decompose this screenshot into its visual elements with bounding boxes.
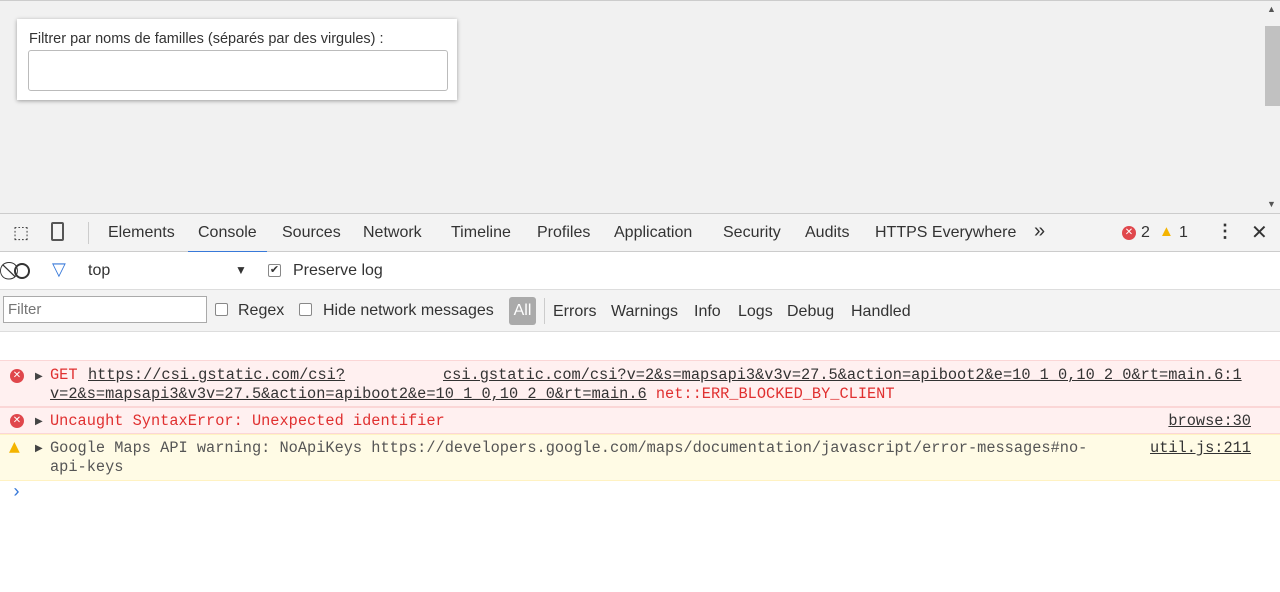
- more-tabs-button[interactable]: »: [1034, 220, 1045, 243]
- level-errors[interactable]: Errors: [553, 303, 597, 321]
- hide-network-label: Hide network messages: [323, 302, 494, 319]
- tab-profiles[interactable]: Profiles: [537, 224, 590, 242]
- level-warnings[interactable]: Warnings: [611, 303, 678, 321]
- error-icon: ✕: [1122, 226, 1136, 240]
- warning-count[interactable]: 1: [1179, 224, 1188, 242]
- device-toolbar-icon[interactable]: [51, 222, 64, 241]
- console-prompt[interactable]: ›: [0, 484, 1280, 506]
- divider: [544, 298, 545, 324]
- console-toolbar: ⃠ ▽ top ▼ ✔ Preserve log: [0, 252, 1280, 290]
- page-viewport: Filtrer par noms de familles (séparés pa…: [0, 0, 1280, 214]
- filter-card: Filtrer par noms de familles (séparés pa…: [17, 19, 457, 100]
- error-icon: ✕: [10, 414, 24, 428]
- request-url-link[interactable]: https://csi.gstatic.com/csi?: [88, 366, 345, 385]
- console-message-warning: ▲ ▶ Google Maps API warning: NoApiKeys h…: [0, 434, 1280, 481]
- more-options-icon[interactable]: ⋮: [1216, 221, 1234, 242]
- devtools-toolbar: ⬚ Elements Console Sources Network Timel…: [0, 213, 1280, 253]
- close-devtools-icon[interactable]: ✕: [1251, 220, 1268, 245]
- tab-sources[interactable]: Sources: [282, 224, 341, 242]
- level-handled[interactable]: Handled: [851, 303, 911, 321]
- preserve-log-label: Preserve log: [293, 262, 383, 279]
- source-link[interactable]: util.js:211: [1150, 439, 1251, 458]
- expand-triangle-icon[interactable]: ▶: [35, 367, 43, 386]
- console-message-error: ✕ ▶ Uncaught SyntaxError: Unexpected ide…: [0, 407, 1280, 434]
- error-icon: ✕: [10, 369, 24, 383]
- page-scrollbar[interactable]: ▲ ▼: [1263, 1, 1280, 214]
- warning-text-continued: api-keys: [50, 458, 124, 476]
- tab-https-everywhere[interactable]: HTTPS Everywhere: [875, 224, 1016, 242]
- warning-icon: ▲: [9, 439, 20, 455]
- console-message-error: ✕ ▶ GET https://csi.gstatic.com/csi? csi…: [0, 360, 1280, 407]
- source-link[interactable]: browse:30: [1168, 412, 1251, 431]
- tab-elements[interactable]: Elements: [108, 224, 175, 242]
- divider: [88, 222, 89, 244]
- error-text: Uncaught SyntaxError: Unexpected identif…: [50, 412, 445, 430]
- scroll-thumb[interactable]: [1265, 26, 1280, 106]
- tab-network[interactable]: Network: [363, 224, 422, 242]
- preserve-log-checkbox[interactable]: ✔: [268, 264, 281, 277]
- tab-audits[interactable]: Audits: [805, 224, 849, 242]
- request-url-continued[interactable]: v=2&s=mapsapi3&v3v=27.5&action=apiboot2&…: [50, 385, 647, 403]
- chevron-down-icon[interactable]: ▼: [235, 263, 247, 277]
- family-names-input[interactable]: [28, 50, 448, 91]
- warning-icon: ▲: [1159, 223, 1174, 240]
- clear-console-circle: [14, 263, 30, 279]
- tab-security[interactable]: Security: [723, 224, 781, 242]
- regex-checkbox[interactable]: [215, 303, 228, 316]
- tab-console[interactable]: Console: [188, 224, 267, 253]
- tab-application[interactable]: Application: [614, 224, 692, 242]
- filter-bar: Regex Hide network messages All Errors W…: [0, 290, 1280, 332]
- inspect-element-icon[interactable]: ⬚: [13, 223, 29, 243]
- context-select[interactable]: top: [88, 262, 110, 280]
- scroll-down-icon[interactable]: ▼: [1267, 199, 1276, 209]
- level-logs[interactable]: Logs: [738, 303, 773, 321]
- expand-triangle-icon[interactable]: ▶: [35, 439, 43, 458]
- warning-text: Google Maps API warning: NoApiKeys https…: [50, 439, 1088, 457]
- level-all[interactable]: All: [509, 297, 536, 325]
- level-debug[interactable]: Debug: [787, 303, 834, 321]
- error-count[interactable]: 2: [1141, 224, 1150, 242]
- level-info[interactable]: Info: [694, 303, 721, 321]
- regex-label: Regex: [238, 302, 285, 319]
- error-status: net::ERR_BLOCKED_BY_CLIENT: [655, 385, 895, 403]
- prompt-chevron-icon: ›: [11, 483, 22, 503]
- filter-icon[interactable]: ▽: [52, 259, 66, 280]
- hide-network-checkbox[interactable]: [299, 303, 312, 316]
- request-method: GET: [50, 366, 78, 384]
- console-filter-input[interactable]: [3, 296, 207, 323]
- expand-triangle-icon[interactable]: ▶: [35, 412, 43, 431]
- source-link[interactable]: csi.gstatic.com/csi?v=2&s=mapsapi3&v3v=2…: [443, 366, 1242, 385]
- tab-timeline[interactable]: Timeline: [451, 224, 511, 242]
- scroll-up-icon[interactable]: ▲: [1267, 4, 1276, 14]
- filter-label: Filtrer par noms de familles (séparés pa…: [29, 31, 384, 47]
